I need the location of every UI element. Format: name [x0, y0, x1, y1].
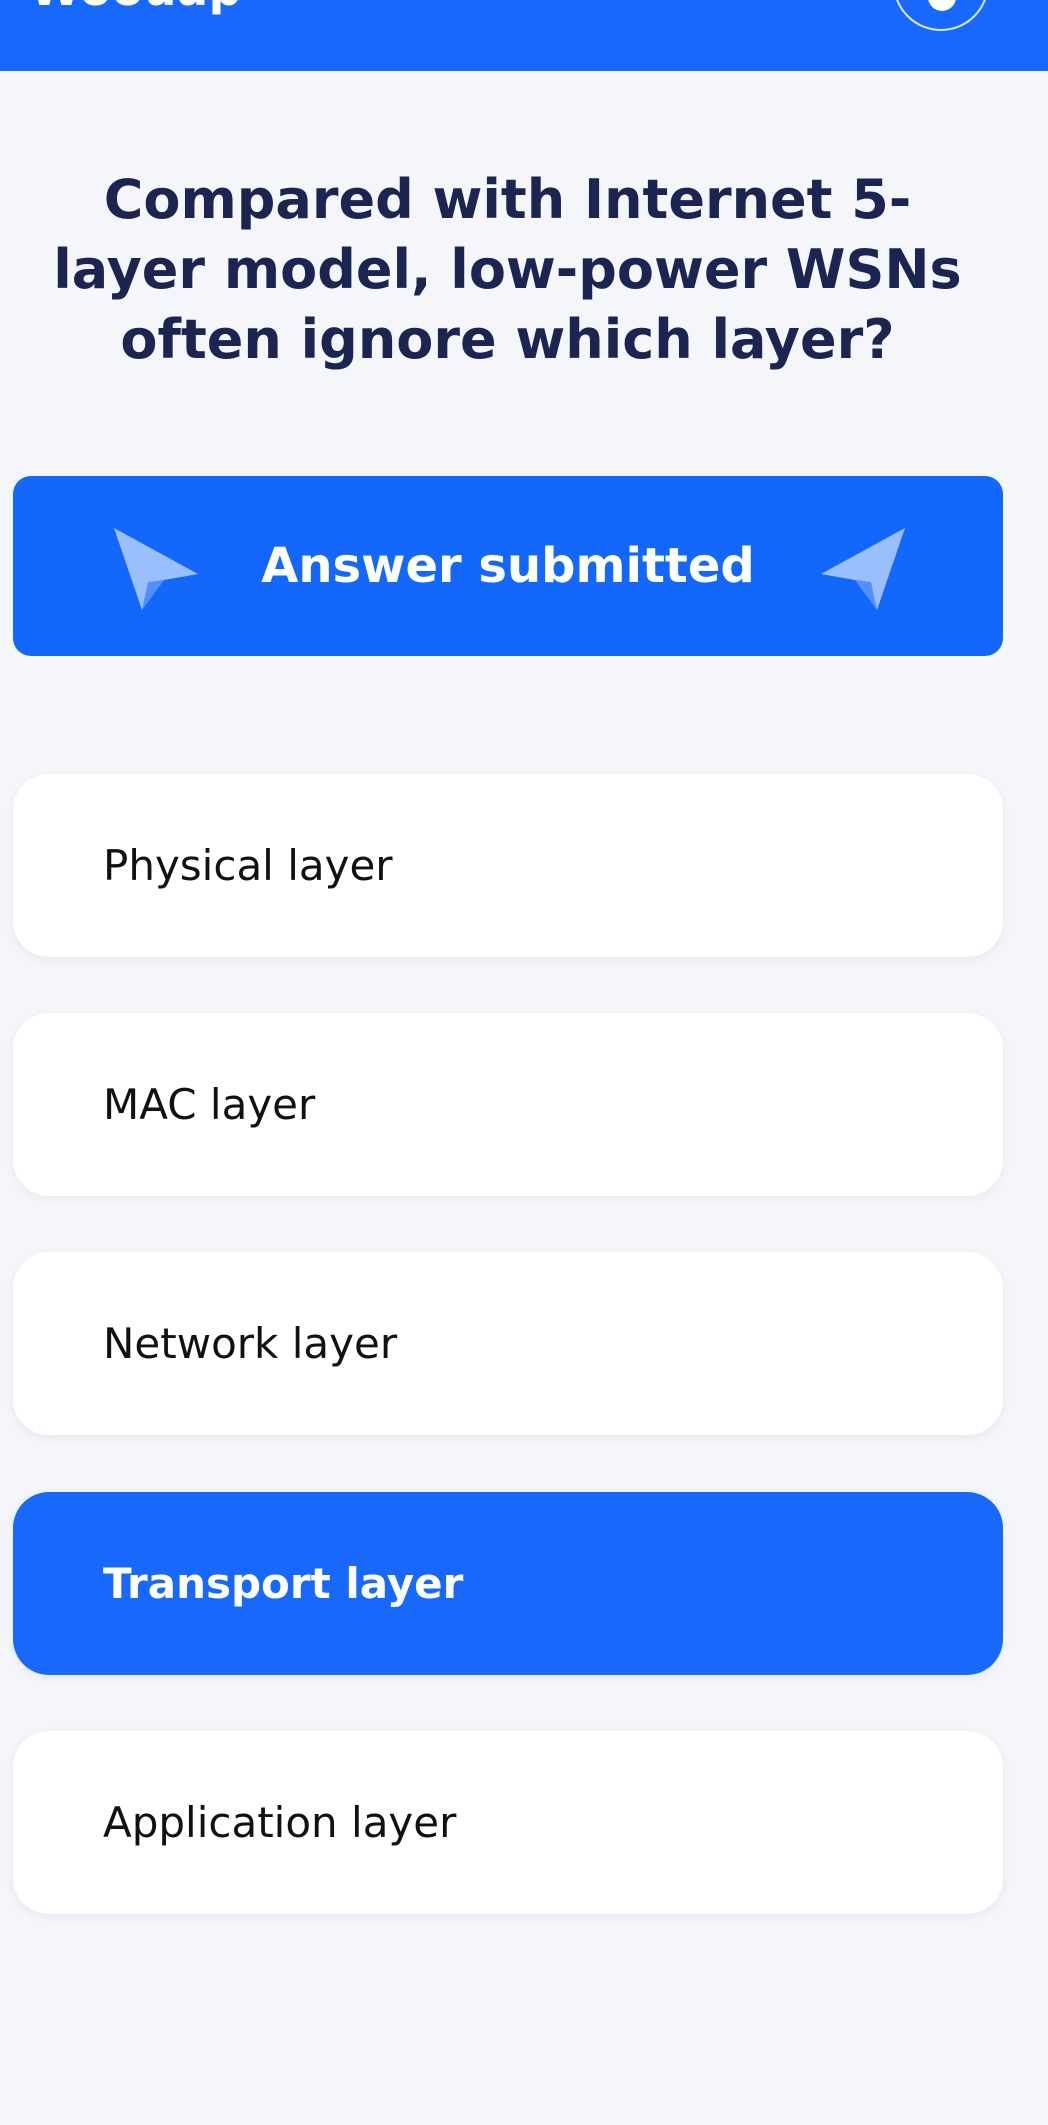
option-label: Application layer	[103, 1798, 457, 1847]
paper-plane-icon	[821, 528, 905, 610]
answer-option-application-layer[interactable]: Application layer	[13, 1731, 1003, 1914]
answer-option-transport-layer[interactable]: Transport layer	[13, 1492, 1003, 1675]
option-label: Network layer	[103, 1319, 398, 1368]
question-text: Compared with Internet 5-layer model, lo…	[53, 168, 962, 371]
option-label: Transport layer	[103, 1559, 464, 1608]
profile-button[interactable]	[893, 0, 989, 31]
option-label: MAC layer	[103, 1080, 316, 1129]
answer-option-mac-layer[interactable]: MAC layer	[13, 1013, 1003, 1196]
top-bar: Woouap	[0, 0, 1048, 71]
app-logo[interactable]: Woouap	[30, 0, 242, 16]
user-icon	[928, 0, 956, 11]
answer-option-physical-layer[interactable]: Physical layer	[13, 774, 1003, 957]
answer-submitted-banner: Answer submitted	[13, 476, 1003, 656]
option-label: Physical layer	[103, 841, 393, 890]
answer-option-network-layer[interactable]: Network layer	[13, 1252, 1003, 1435]
